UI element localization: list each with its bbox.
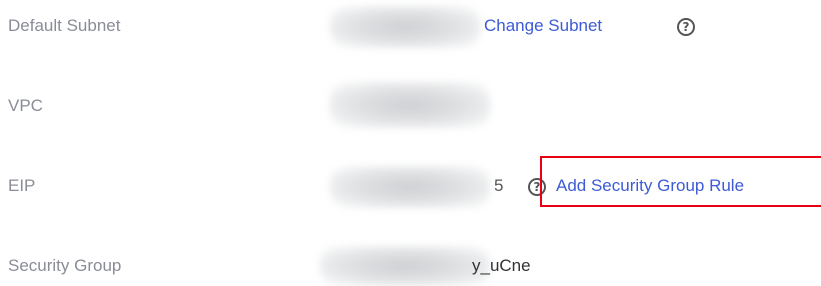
eip-value-redacted [330,166,490,208]
highlight-box [540,156,821,207]
default-subnet-value-redacted [330,6,480,48]
default-subnet-label: Default Subnet [8,16,121,35]
security-group-value-redacted [320,246,490,286]
security-group-value: y_uCne [472,256,531,275]
eip-value: 5 [494,176,504,195]
help-circle-icon[interactable]: ? [677,18,695,36]
eip-label: EIP [8,176,36,195]
change-subnet-link[interactable]: Change Subnet [484,16,602,36]
vpc-value-redacted [330,82,490,128]
security-group-label: Security Group [8,256,122,275]
vpc-label: VPC [8,96,43,115]
